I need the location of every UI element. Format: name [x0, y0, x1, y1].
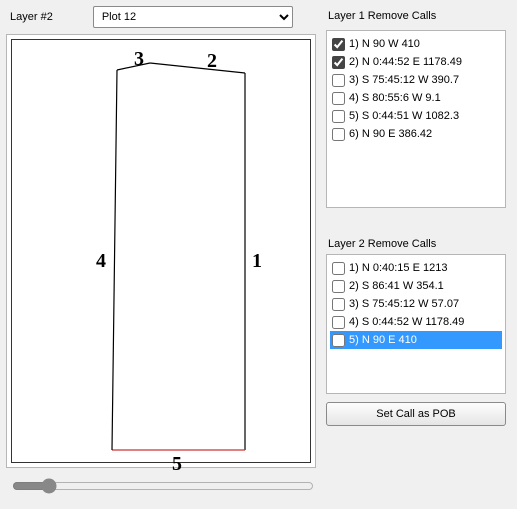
edge-label-1: 1: [252, 250, 262, 273]
layer1-call-checkbox[interactable]: [332, 74, 345, 87]
layer2-call-label: 5) N 90 E 410: [349, 334, 417, 346]
plot-panel: 12345: [6, 34, 316, 468]
layer1-call-item[interactable]: 3) S 75:45:12 W 390.7: [330, 71, 502, 89]
layer1-call-label: 5) S 0:44:51 W 1082.3: [349, 110, 459, 122]
layer1-call-label: 6) N 90 E 386.42: [349, 128, 432, 140]
layer2-remove-calls-list[interactable]: 1) N 0:40:15 E 1213 2) S 86:41 W 354.1 3) …: [326, 254, 506, 394]
set-call-as-pob-button[interactable]: Set Call as POB: [326, 402, 506, 426]
layer1-call-label: 1) N 90 W 410: [349, 38, 420, 50]
layer1-call-item[interactable]: 2) N 0:44:52 E 1178.49: [330, 53, 502, 71]
layer2-call-label: 1) N 0:40:15 E 1213: [349, 262, 447, 274]
layer2-title: Layer 2 Remove Calls: [328, 238, 506, 250]
edge-label-2: 2: [207, 50, 217, 73]
layer2-call-checkbox[interactable]: [332, 334, 345, 347]
layer1-call-checkbox[interactable]: [332, 38, 345, 51]
layer2-call-item[interactable]: 3) S 75:45:12 W 57.07: [330, 295, 502, 313]
layer1-call-item[interactable]: 1) N 90 W 410: [330, 35, 502, 53]
layer1-call-label: 4) S 80:55:6 W 9.1: [349, 92, 441, 104]
zoom-slider[interactable]: [12, 478, 314, 494]
layer1-call-checkbox[interactable]: [332, 92, 345, 105]
layer-label: Layer #2: [10, 11, 53, 23]
layer1-call-checkbox[interactable]: [332, 128, 345, 141]
layer1-title: Layer 1 Remove Calls: [328, 10, 506, 22]
layer2-call-checkbox[interactable]: [332, 262, 345, 275]
layer2-call-checkbox[interactable]: [332, 280, 345, 293]
layer2-call-checkbox[interactable]: [332, 316, 345, 329]
edge-label-5: 5: [172, 453, 182, 476]
layer2-call-label: 2) S 86:41 W 354.1: [349, 280, 444, 292]
layer2-call-checkbox[interactable]: [332, 298, 345, 311]
layer1-call-item[interactable]: 4) S 80:55:6 W 9.1: [330, 89, 502, 107]
edge-label-3: 3: [134, 48, 144, 71]
plot-select[interactable]: Plot 12: [93, 6, 293, 28]
layer2-call-item[interactable]: 2) S 86:41 W 354.1: [330, 277, 502, 295]
layer1-call-label: 3) S 75:45:12 W 390.7: [349, 74, 459, 86]
layer2-call-item[interactable]: 5) N 90 E 410: [330, 331, 502, 349]
layer1-call-item[interactable]: 5) S 0:44:51 W 1082.3: [330, 107, 502, 125]
layer1-call-checkbox[interactable]: [332, 56, 345, 69]
layer1-call-item[interactable]: 6) N 90 E 386.42: [330, 125, 502, 143]
edge-label-4: 4: [96, 250, 106, 273]
layer1-call-label: 2) N 0:44:52 E 1178.49: [349, 56, 462, 68]
layer1-remove-calls-list[interactable]: 1) N 90 W 410 2) N 0:44:52 E 1178.49 3) S …: [326, 30, 506, 208]
layer1-call-checkbox[interactable]: [332, 110, 345, 123]
layer2-call-label: 3) S 75:45:12 W 57.07: [349, 298, 459, 310]
layer2-call-item[interactable]: 1) N 0:40:15 E 1213: [330, 259, 502, 277]
plot-canvas: 12345: [11, 39, 311, 463]
layer2-call-item[interactable]: 4) S 0:44:52 W 1178.49: [330, 313, 502, 331]
layer2-call-label: 4) S 0:44:52 W 1178.49: [349, 316, 464, 328]
